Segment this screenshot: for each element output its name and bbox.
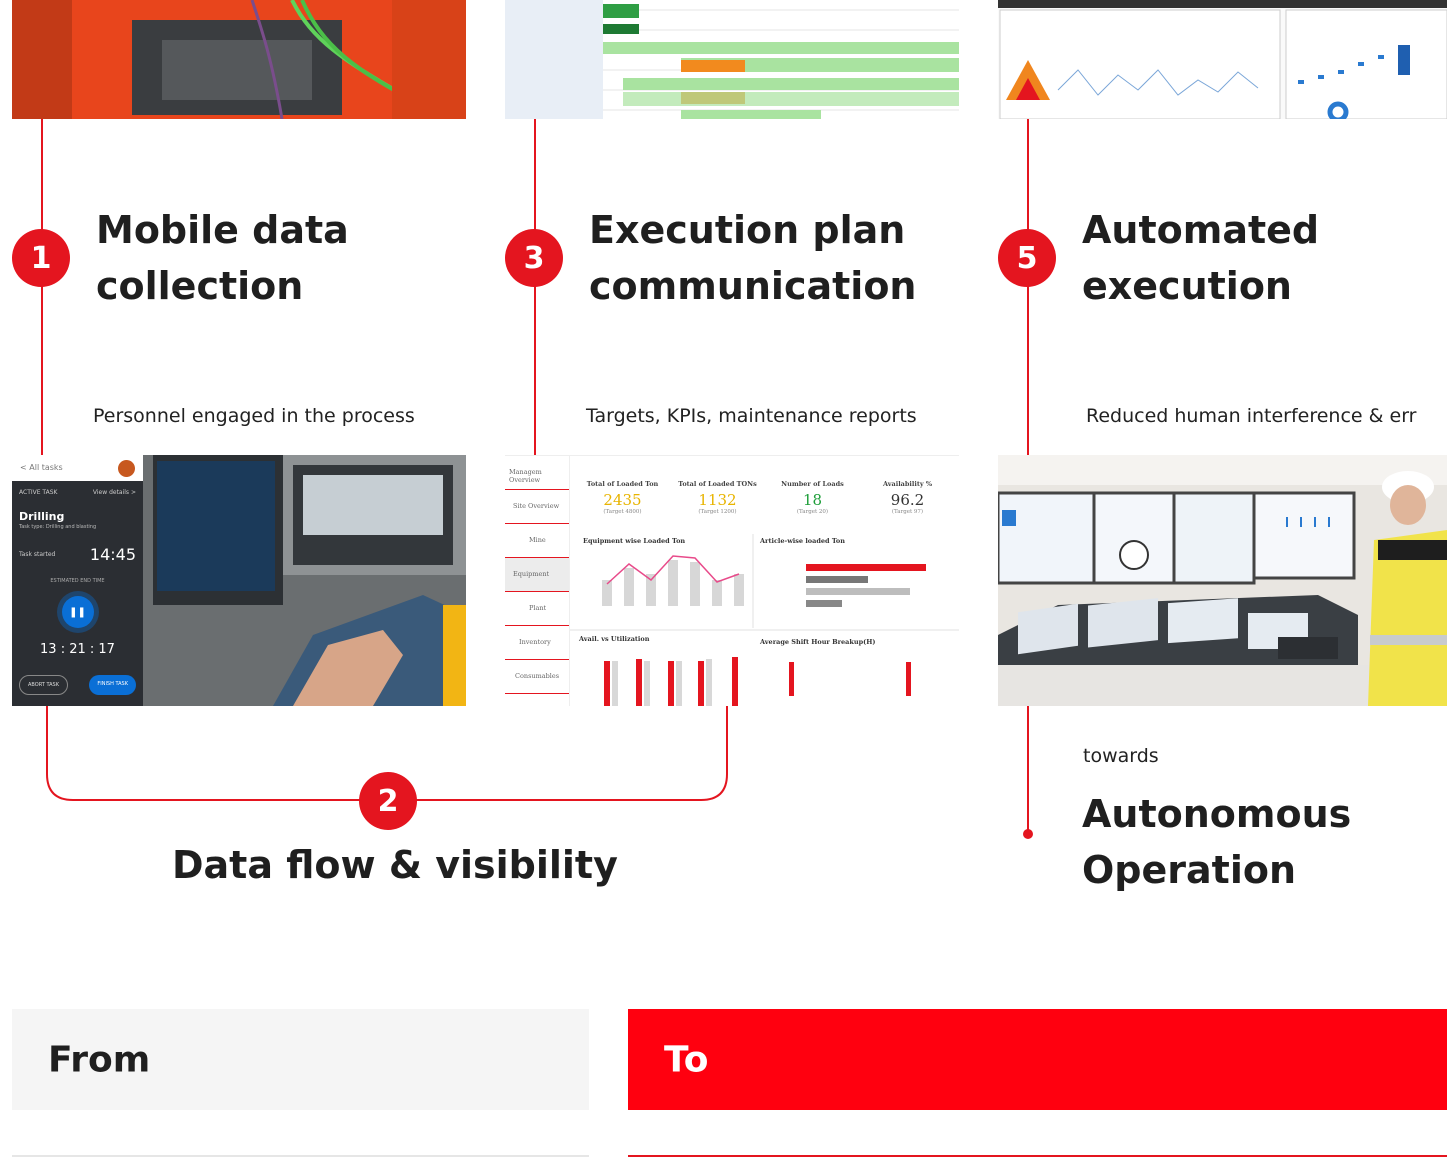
to-label: To xyxy=(664,1039,709,1080)
kpi-dashboard-screenshot: Managem Overview Site Overview Mine Equi… xyxy=(505,455,959,706)
step-subtitle: Reduced human interference & err xyxy=(1086,405,1417,427)
task-buttons: ABORT TASK FINISH TASK xyxy=(12,657,143,695)
step-title: Execution plan communication xyxy=(589,202,916,314)
step-subtitle: Personnel engaged in the process xyxy=(93,405,415,427)
task-type: Task type: Drilling and blasting xyxy=(19,524,97,530)
step-title: Mobile data collection xyxy=(96,202,349,314)
equipment-photo-top xyxy=(12,0,466,119)
sidebar-item[interactable]: Site Overview xyxy=(505,490,569,524)
step-number-badge: 1 xyxy=(12,229,70,287)
task-started-label: Task started xyxy=(19,551,56,558)
mobile-phone-ui: < All tasks ACTIVE TASK View details > D… xyxy=(12,455,143,706)
view-details-link[interactable]: View details > xyxy=(93,489,136,496)
towards-label: towards xyxy=(1083,745,1159,767)
step-title: Automated execution xyxy=(1082,202,1319,314)
sidebar-item[interactable]: Equipment xyxy=(505,558,569,592)
connector-end-dot xyxy=(1023,829,1033,839)
active-task-label: ACTIVE TASK xyxy=(19,489,58,496)
avatar[interactable] xyxy=(118,460,135,477)
dashboard-sidebar: Managem Overview Site Overview Mine Equi… xyxy=(505,456,570,706)
connector-line-5 xyxy=(1027,119,1029,455)
data-flow-label: Data flow & visibility xyxy=(172,843,618,887)
active-task-row: ACTIVE TASK View details > xyxy=(12,481,143,496)
dashboard-charts xyxy=(570,534,959,706)
sidebar-item[interactable]: Consumables xyxy=(505,660,569,694)
connector-line-autonomous xyxy=(1027,706,1029,834)
step-number-badge: 2 xyxy=(359,772,417,830)
control-room-photo xyxy=(998,455,1447,706)
finish-task-button[interactable]: FINISH TASK xyxy=(89,675,136,695)
sidebar-item[interactable]: Mine xyxy=(505,524,569,558)
mobile-app-screenshot: < All tasks ACTIVE TASK View details > D… xyxy=(12,455,466,706)
to-header: To xyxy=(628,1009,1447,1110)
connector-line-1 xyxy=(41,119,43,455)
pause-icon[interactable]: ❚❚ xyxy=(61,596,94,628)
from-header: From xyxy=(12,1009,589,1110)
sidebar-item[interactable]: Inventory xyxy=(505,626,569,660)
task-started-time: 14:45 xyxy=(89,545,136,564)
step-number-badge: 3 xyxy=(505,229,563,287)
countdown-timer: 13 : 21 : 17 xyxy=(40,642,115,657)
from-label: From xyxy=(48,1039,151,1080)
abort-task-button[interactable]: ABORT TASK xyxy=(19,675,68,695)
step-title-line: communication xyxy=(589,264,917,308)
back-link[interactable]: < All tasks xyxy=(20,463,63,472)
step-title-line: collection xyxy=(96,264,304,308)
task-start-row: Task started 14:45 xyxy=(12,531,143,564)
sidebar-item[interactable]: Managem Overview xyxy=(505,456,569,490)
estimated-end-label: ESTIMATED END TIME xyxy=(50,578,105,584)
connector-line-3 xyxy=(534,119,536,455)
step-number-badge: 5 xyxy=(998,229,1056,287)
step-title-line: execution xyxy=(1082,264,1292,308)
autonomous-title: Autonomous Operation xyxy=(1082,786,1351,898)
mobile-header: < All tasks xyxy=(12,455,143,481)
step-title-line: Mobile data xyxy=(96,208,349,252)
step-subtitle: Targets, KPIs, maintenance reports xyxy=(586,405,917,427)
autonomous-title-line: Operation xyxy=(1082,848,1297,892)
gantt-screenshot-top xyxy=(505,0,959,119)
step-title-line: Automated xyxy=(1082,208,1320,252)
dashboards-screenshot-top xyxy=(998,0,1447,119)
autonomous-title-line: Autonomous xyxy=(1082,792,1352,836)
step-title-line: Execution plan xyxy=(589,208,906,252)
task-name: Drilling xyxy=(19,510,65,523)
sidebar-item[interactable]: Plant xyxy=(505,592,569,626)
tablet-in-hand-photo xyxy=(143,455,466,706)
